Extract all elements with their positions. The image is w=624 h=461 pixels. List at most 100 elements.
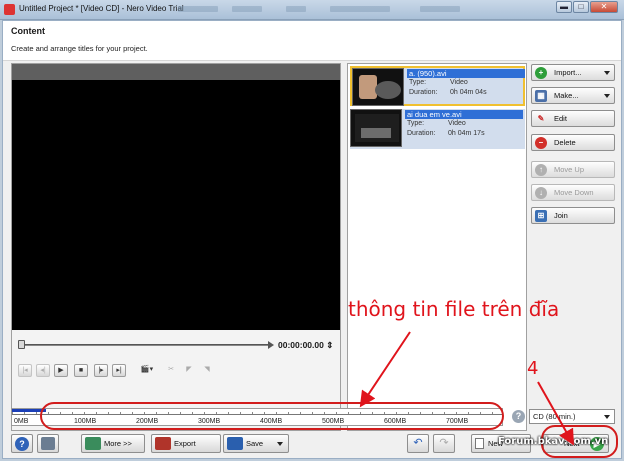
disc-help-icon[interactable]: ? [512, 410, 525, 423]
edit-label: Edit [554, 114, 567, 123]
close-button[interactable]: ✕ [590, 1, 618, 13]
type-value: Video [450, 79, 468, 86]
export-icon [155, 437, 171, 450]
save-button[interactable]: Save [223, 434, 289, 453]
move-up-label: Move Up [554, 165, 585, 174]
more-button[interactable]: More >> [81, 434, 145, 453]
settings-icon [41, 437, 55, 450]
edit-button[interactable]: ✎ Edit [531, 110, 615, 127]
export-button[interactable]: Export [151, 434, 221, 453]
save-label: Save [246, 439, 264, 448]
nero-app-icon [4, 4, 15, 15]
video-preview[interactable] [12, 80, 340, 330]
clapper-icon[interactable]: 🎬▾ [138, 364, 156, 377]
help-button[interactable]: ? [11, 434, 33, 453]
next-frame-icon[interactable]: |▸ [94, 364, 108, 377]
arrow-down-icon: ↓ [535, 187, 547, 199]
mark-out-icon[interactable]: ◥ [200, 364, 214, 377]
join-icon: ⊞ [535, 210, 547, 222]
go-to-start-icon[interactable]: |◂ [18, 364, 32, 377]
window-title: Untitled Project * [Video CD] - Nero Vid… [19, 4, 184, 13]
make-label: Make... [554, 91, 579, 100]
previous-frame-icon[interactable]: ◂| [36, 364, 50, 377]
page-subtitle: Create and arrange titles for your proje… [11, 44, 148, 53]
seek-thumb[interactable] [18, 340, 25, 349]
type-label: Type: [409, 79, 427, 86]
step-number-annotation: 4 [527, 358, 539, 379]
more-icon [85, 437, 101, 450]
disc-info-highlight [40, 402, 504, 430]
seek-end-marker-icon [268, 341, 274, 349]
timecode-spinner-icon[interactable]: ⇕ [324, 340, 333, 350]
preview-panel: 00:00:00.00 ⇕ |◂ ◂| ▶ ■ |▸ ▸| 🎬▾ ✂ ◤ ◥ [11, 63, 341, 431]
preview-top-strip [12, 64, 340, 80]
chevron-down-icon [604, 415, 610, 419]
delete-button[interactable]: – Delete [531, 134, 615, 151]
make-icon: ▦ [535, 90, 547, 102]
chevron-down-icon [604, 71, 610, 75]
import-button[interactable]: + Import... [531, 64, 615, 81]
title-name: a. (950).avi [407, 69, 525, 78]
blurred-tab-2 [232, 6, 262, 12]
redo-button[interactable]: ↷ [433, 434, 455, 453]
move-down-button[interactable]: ↓ Move Down [531, 184, 615, 201]
blurred-tab-5 [420, 6, 460, 12]
duration-value: 0h 04m 17s [448, 130, 485, 137]
title-thumbnail [350, 109, 402, 147]
make-button[interactable]: ▦ Make... [531, 87, 615, 104]
title-bar: Untitled Project * [Video CD] - Nero Vid… [0, 0, 624, 20]
add-icon: + [535, 67, 547, 79]
redo-icon: ↷ [439, 437, 449, 449]
type-value: Video [448, 120, 466, 127]
chevron-down-icon [604, 94, 610, 98]
disc-label: 0MB [14, 418, 29, 425]
join-button[interactable]: ⊞ Join [531, 207, 615, 224]
scissors-icon[interactable]: ✂ [164, 364, 178, 377]
new-page-icon [475, 438, 484, 449]
delete-label: Delete [554, 138, 576, 147]
join-label: Join [554, 211, 568, 220]
undo-button[interactable]: ↶ [407, 434, 429, 453]
blurred-tab-4 [330, 6, 390, 12]
minimize-button[interactable]: ▬ [556, 1, 572, 13]
main-window: Content Create and arrange titles for yo… [2, 20, 622, 459]
go-to-end-icon[interactable]: ▸| [112, 364, 126, 377]
timecode-display[interactable]: 00:00:00.00 ⇕ [278, 340, 333, 351]
timecode-value: 00:00:00.00 [278, 340, 324, 350]
more-label: More >> [104, 439, 132, 448]
seek-slider[interactable] [16, 340, 274, 350]
stop-icon[interactable]: ■ [74, 364, 88, 377]
floppy-disk-icon [227, 437, 243, 450]
duration-label: Duration: [409, 89, 438, 96]
move-down-label: Move Down [554, 188, 594, 197]
delete-icon: – [535, 137, 547, 149]
import-label: Import... [554, 68, 582, 77]
page-title: Content [11, 26, 45, 36]
duration-value: 0h 04m 04s [450, 89, 487, 96]
content-header: Content Create and arrange titles for yo… [3, 21, 621, 61]
duration-label: Duration: [407, 130, 436, 137]
chevron-down-icon [277, 442, 283, 446]
title-item-2[interactable]: ai dua em ve.avi Type: Video Duration: 0… [350, 109, 525, 149]
blurred-tab-1 [178, 6, 218, 12]
title-name: ai dua em ve.avi [405, 110, 523, 119]
arrow-up-icon: ↑ [535, 164, 547, 176]
export-label: Export [174, 439, 196, 448]
blurred-tab-3 [286, 6, 306, 12]
maximize-button[interactable]: □ [573, 1, 589, 13]
seek-track [20, 344, 270, 346]
forum-watermark: Forum.bkav.com.vn [498, 436, 609, 447]
settings-button[interactable] [37, 434, 59, 453]
disc-type-select[interactable]: CD (80 min.) [529, 409, 615, 424]
type-label: Type: [407, 120, 425, 127]
titles-list[interactable]: a. (950).avi Type: Video Duration: 0h 04… [347, 63, 527, 431]
mark-in-icon[interactable]: ◤ [182, 364, 196, 377]
pencil-icon: ✎ [537, 114, 545, 123]
play-icon[interactable]: ▶ [54, 364, 68, 377]
move-up-button[interactable]: ↑ Move Up [531, 161, 615, 178]
disc-type-value: CD (80 min.) [533, 412, 576, 421]
title-item-1[interactable]: a. (950).avi Type: Video Duration: 0h 04… [350, 66, 525, 106]
undo-icon: ↶ [413, 437, 423, 449]
help-icon: ? [15, 437, 29, 451]
title-thumbnail [352, 68, 404, 106]
